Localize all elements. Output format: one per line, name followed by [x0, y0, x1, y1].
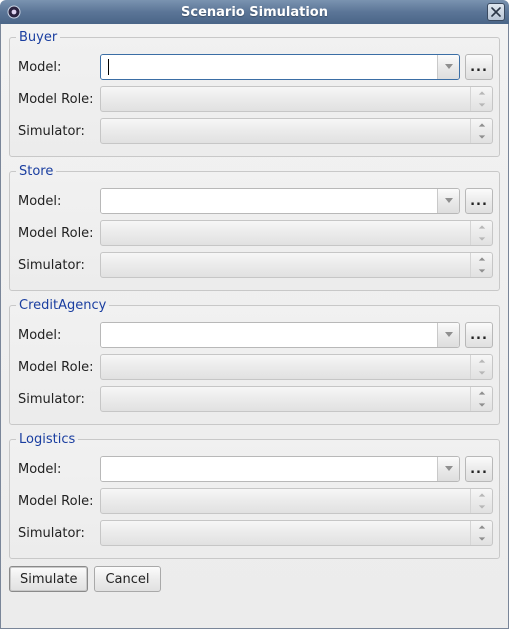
model-browse-button[interactable]: ... [465, 54, 493, 80]
group-store: Store Model:... Model Role: Simulator: [9, 164, 500, 291]
model-combobox[interactable] [100, 322, 460, 348]
model-value[interactable] [101, 55, 437, 79]
model-dropdown-button[interactable] [437, 189, 459, 213]
model-role-combobox[interactable] [100, 354, 493, 380]
model-value[interactable] [101, 323, 437, 347]
simulator-row: Simulator: [16, 386, 493, 412]
model-browse-button[interactable]: ... [465, 188, 493, 214]
chevron-down-icon [444, 328, 454, 343]
model-role-combobox[interactable] [100, 488, 493, 514]
app-icon [6, 4, 22, 20]
model-role-value [101, 87, 470, 111]
model-combobox[interactable] [100, 188, 460, 214]
model-role-row: Model Role: [16, 354, 493, 380]
group-creditagency: CreditAgency Model:... Model Role: Simulato… [9, 298, 500, 425]
group-legend: CreditAgency [16, 298, 109, 313]
model-value[interactable] [101, 189, 437, 213]
model-role-row: Model Role: [16, 220, 493, 246]
model-role-value [101, 221, 470, 245]
model-role-stepper[interactable] [470, 221, 492, 245]
group-logistics: Logistics Model:... Model Role: Simulator: [9, 432, 500, 559]
model-role-row: Model Role: [16, 488, 493, 514]
chevron-down-icon [444, 462, 454, 477]
model-row: Model:... [16, 456, 493, 482]
model-role-combobox[interactable] [100, 220, 493, 246]
titlebar[interactable]: Scenario Simulation [0, 0, 509, 24]
model-role-label: Model Role: [16, 226, 100, 241]
model-role-stepper[interactable] [470, 87, 492, 111]
model-row: Model:... [16, 322, 493, 348]
chevron-down-icon [444, 60, 454, 75]
simulator-label: Simulator: [16, 392, 100, 407]
simulator-row: Simulator: [16, 118, 493, 144]
simulator-row: Simulator: [16, 252, 493, 278]
model-dropdown-button[interactable] [437, 323, 459, 347]
dialog-button-row: Simulate Cancel [9, 566, 500, 592]
group-legend: Logistics [16, 432, 78, 447]
model-row: Model:... [16, 54, 493, 80]
ellipsis-icon: ... [470, 328, 488, 343]
simulator-stepper[interactable] [470, 253, 492, 277]
cancel-button[interactable]: Cancel [94, 566, 160, 592]
simulator-combobox[interactable] [100, 252, 493, 278]
group-buyer: Buyer Model:... Model Role: Simulator: [9, 30, 500, 157]
group-legend: Store [16, 164, 56, 179]
window-title: Scenario Simulation [0, 5, 509, 20]
model-browse-button[interactable]: ... [465, 456, 493, 482]
model-value[interactable] [101, 457, 437, 481]
simulator-label: Simulator: [16, 124, 100, 139]
model-label: Model: [16, 60, 100, 75]
text-caret [108, 59, 109, 75]
model-browse-button[interactable]: ... [465, 322, 493, 348]
simulator-value [101, 119, 470, 143]
ellipsis-icon: ... [470, 60, 488, 75]
model-label: Model: [16, 194, 100, 209]
model-label: Model: [16, 328, 100, 343]
simulator-stepper[interactable] [470, 521, 492, 545]
simulator-value [101, 387, 470, 411]
chevron-down-icon [444, 194, 454, 209]
cancel-button-label: Cancel [105, 572, 149, 587]
simulator-combobox[interactable] [100, 520, 493, 546]
model-role-label: Model Role: [16, 494, 100, 509]
simulate-button[interactable]: Simulate [9, 566, 88, 592]
model-combobox[interactable] [100, 456, 460, 482]
model-role-stepper[interactable] [470, 355, 492, 379]
simulator-stepper[interactable] [470, 119, 492, 143]
close-button[interactable] [487, 3, 505, 21]
model-role-stepper[interactable] [470, 489, 492, 513]
model-label: Model: [16, 462, 100, 477]
model-row: Model:... [16, 188, 493, 214]
model-role-value [101, 489, 470, 513]
model-role-value [101, 355, 470, 379]
simulator-stepper[interactable] [470, 387, 492, 411]
model-role-label: Model Role: [16, 92, 100, 107]
simulator-label: Simulator: [16, 258, 100, 273]
simulator-combobox[interactable] [100, 118, 493, 144]
ellipsis-icon: ... [470, 194, 488, 209]
simulator-value [101, 253, 470, 277]
simulator-combobox[interactable] [100, 386, 493, 412]
model-role-row: Model Role: [16, 86, 493, 112]
model-combobox[interactable] [100, 54, 460, 80]
model-role-combobox[interactable] [100, 86, 493, 112]
simulator-row: Simulator: [16, 520, 493, 546]
model-dropdown-button[interactable] [437, 55, 459, 79]
ellipsis-icon: ... [470, 462, 488, 477]
simulator-label: Simulator: [16, 526, 100, 541]
close-icon [491, 7, 501, 17]
simulate-button-label: Simulate [20, 572, 77, 587]
model-role-label: Model Role: [16, 360, 100, 375]
group-legend: Buyer [16, 30, 60, 45]
simulator-value [101, 521, 470, 545]
window-body: BuyerModel:...Model Role:Simulator:Store… [0, 24, 509, 629]
model-dropdown-button[interactable] [437, 457, 459, 481]
